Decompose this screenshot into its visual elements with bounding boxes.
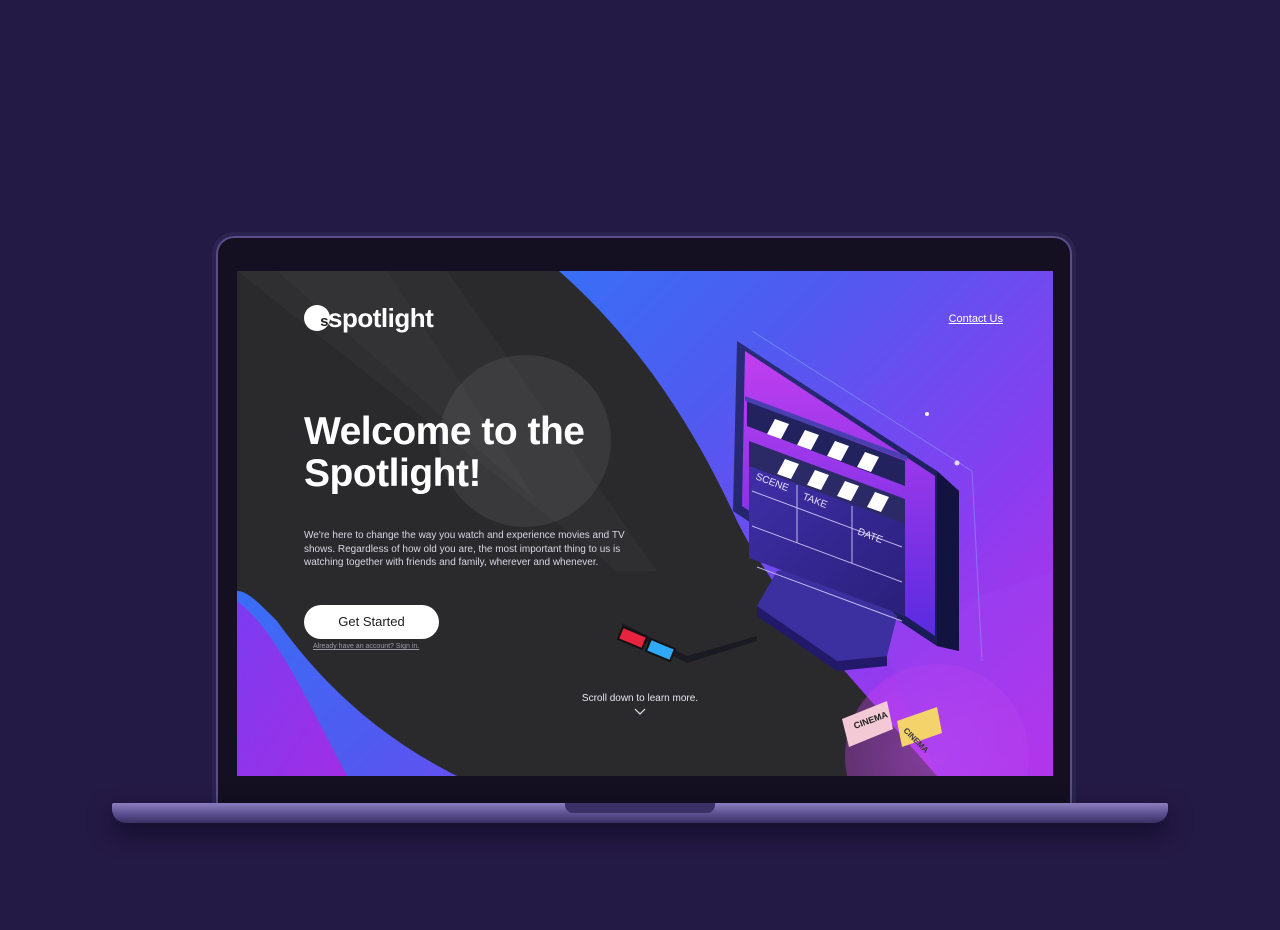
laptop-screen: s spotlight Contact Us Welcome to the Sp… [237, 271, 1053, 776]
cinema-tickets-icon: CINEMA CINEMA [842, 701, 942, 755]
laptop-notch [565, 803, 715, 813]
cinema-illustration: SCENE TAKE DATE CINEMA CINEMA [616, 330, 983, 755]
mockup-stage: s spotlight Contact Us Welcome to the Sp… [0, 0, 1280, 930]
3d-glasses-icon [616, 623, 757, 663]
